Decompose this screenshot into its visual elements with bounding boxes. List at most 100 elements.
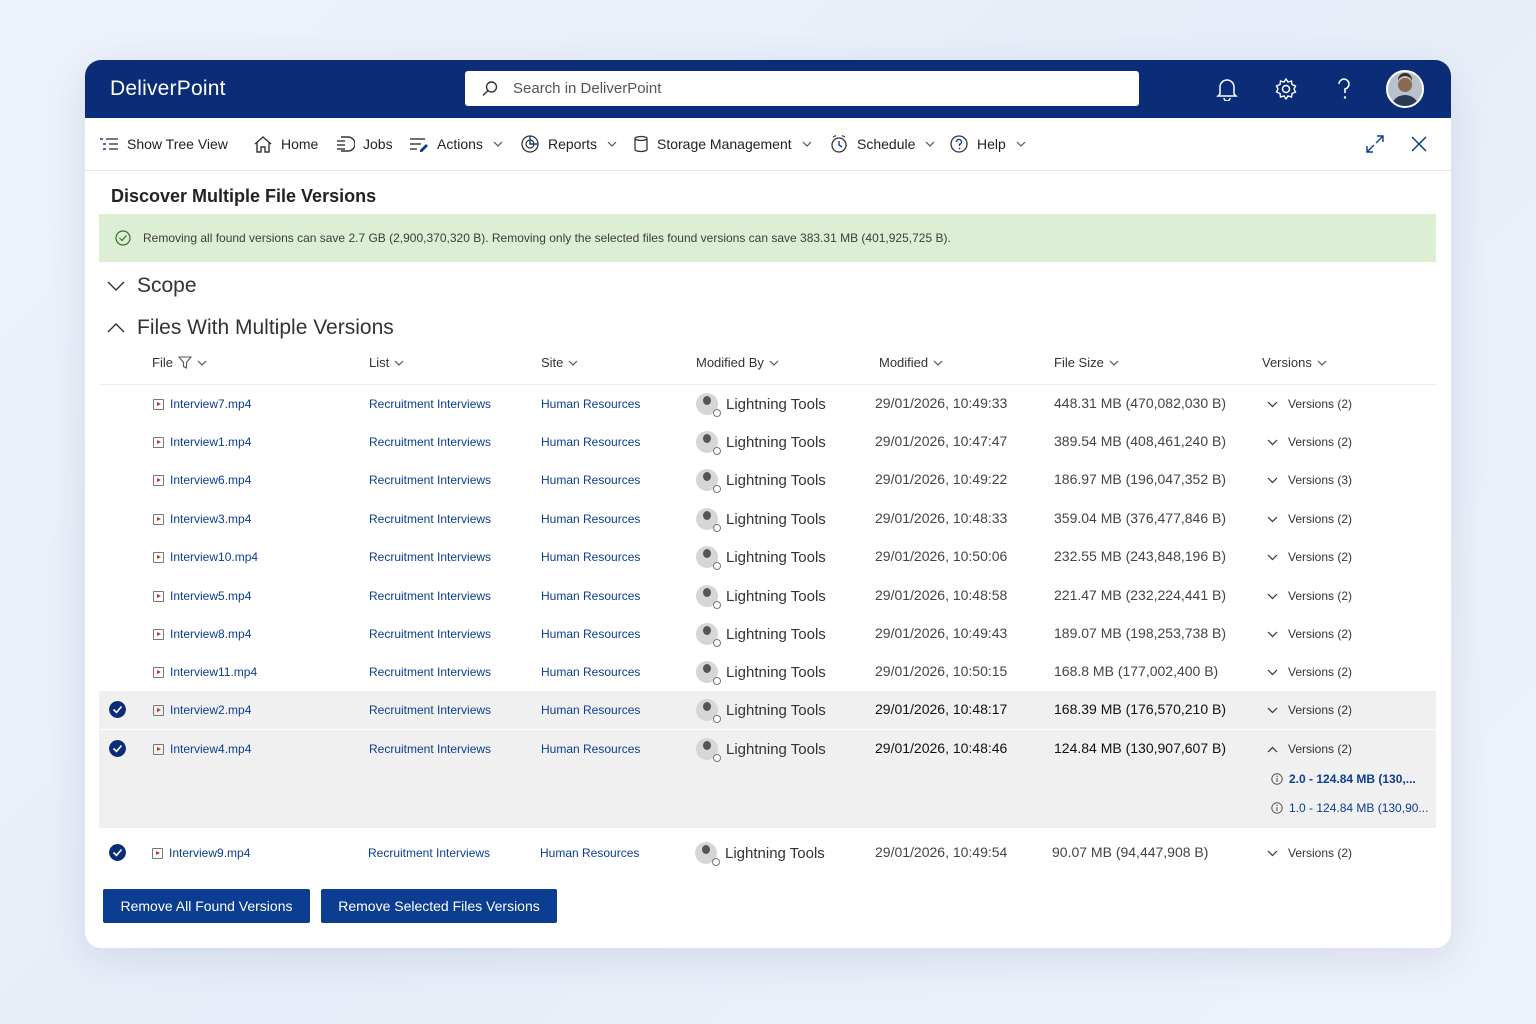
versions-toggle[interactable]: Versions (2)	[1267, 846, 1352, 860]
search-input[interactable]: Search in DeliverPoint	[513, 80, 661, 97]
list-link[interactable]: Recruitment Interviews	[369, 742, 491, 756]
table-row[interactable]: Interview8.mp4 Recruitment Interviews Hu…	[99, 615, 1436, 653]
reports-icon	[521, 135, 539, 153]
table-row[interactable]: Interview5.mp4 Recruitment Interviews Hu…	[99, 577, 1436, 615]
site-link[interactable]: Human Resources	[541, 435, 640, 449]
show-tree-view-button[interactable]: Show Tree View	[99, 118, 228, 170]
file-link[interactable]: Interview11.mp4	[170, 665, 257, 679]
file-link[interactable]: Interview7.mp4	[170, 397, 251, 411]
column-header-modified-by[interactable]: Modified By	[696, 355, 779, 370]
file-link[interactable]: Interview9.mp4	[169, 846, 250, 860]
file-link[interactable]: Interview2.mp4	[170, 703, 251, 717]
user-avatar[interactable]	[1386, 70, 1424, 108]
column-header-file[interactable]: File	[152, 355, 207, 370]
files-section-toggle[interactable]: Files With Multiple Versions	[107, 316, 394, 340]
version-item[interactable]: 1.0 - 124.84 MB (130,90...	[1271, 801, 1428, 815]
home-button[interactable]: Home	[253, 118, 318, 170]
table-row[interactable]: Interview2.mp4 Recruitment Interviews Hu…	[99, 691, 1436, 729]
list-link[interactable]: Recruitment Interviews	[369, 627, 491, 641]
file-link[interactable]: Interview1.mp4	[170, 435, 251, 449]
versions-toggle[interactable]: Versions (2)	[1267, 397, 1352, 411]
table-row[interactable]: Interview10.mp4 Recruitment Interviews H…	[99, 538, 1436, 576]
reports-menu[interactable]: Reports	[520, 118, 617, 170]
site-link[interactable]: Human Resources	[541, 627, 640, 641]
modified-date: 29/01/2026, 10:50:06	[875, 548, 1008, 564]
versions-toggle[interactable]: Versions (2)	[1267, 435, 1352, 449]
expand-icon[interactable]	[1366, 135, 1384, 153]
selected-check-icon[interactable]	[109, 701, 126, 718]
table-row[interactable]: Interview11.mp4 Recruitment Interviews H…	[99, 653, 1436, 691]
versions-toggle[interactable]: Versions (2)	[1267, 627, 1352, 641]
search-box[interactable]: Search in DeliverPoint	[465, 71, 1139, 106]
remove-selected-versions-button[interactable]: Remove Selected Files Versions	[321, 889, 557, 923]
site-link[interactable]: Human Resources	[541, 550, 640, 564]
video-file-icon	[153, 513, 164, 525]
file-size: 232.55 MB (243,848,196 B)	[1054, 548, 1227, 564]
modified-by-cell: Lightning Tools	[696, 546, 826, 570]
table-row[interactable]: Interview6.mp4 Recruitment Interviews Hu…	[99, 461, 1436, 499]
schedule-menu[interactable]: Schedule	[829, 118, 935, 170]
list-link[interactable]: Recruitment Interviews	[369, 435, 491, 449]
list-link[interactable]: Recruitment Interviews	[368, 846, 490, 860]
file-link[interactable]: Interview3.mp4	[170, 512, 251, 526]
file-link[interactable]: Interview5.mp4	[170, 589, 251, 603]
chevron-up-icon	[107, 323, 125, 333]
column-header-modified[interactable]: Modified	[879, 355, 943, 370]
help-question-icon[interactable]	[1335, 77, 1353, 101]
gear-icon[interactable]	[1274, 77, 1298, 101]
file-size: 221.47 MB (232,224,441 B)	[1054, 587, 1227, 603]
site-link[interactable]: Human Resources	[541, 665, 640, 679]
selected-check-icon[interactable]	[109, 844, 126, 861]
file-link[interactable]: Interview4.mp4	[170, 742, 251, 756]
storage-management-menu[interactable]: Storage Management	[633, 118, 812, 170]
bell-icon[interactable]	[1216, 77, 1238, 101]
actions-menu[interactable]: Actions	[409, 118, 503, 170]
site-link[interactable]: Human Resources	[540, 846, 639, 860]
versions-toggle[interactable]: Versions (2)	[1267, 512, 1352, 526]
site-link[interactable]: Human Resources	[541, 589, 640, 603]
list-link[interactable]: Recruitment Interviews	[369, 473, 491, 487]
jobs-button[interactable]: Jobs	[335, 118, 393, 170]
list-link[interactable]: Recruitment Interviews	[369, 397, 491, 411]
versions-toggle[interactable]: Versions (2)	[1267, 665, 1352, 679]
site-link[interactable]: Human Resources	[541, 742, 640, 756]
actions-icon	[410, 138, 428, 152]
filter-icon	[177, 356, 192, 369]
site-link[interactable]: Human Resources	[541, 512, 640, 526]
column-header-site[interactable]: Site	[541, 355, 578, 370]
selected-check-icon[interactable]	[109, 740, 126, 757]
site-link[interactable]: Human Resources	[541, 473, 640, 487]
close-icon[interactable]	[1411, 136, 1427, 152]
file-link[interactable]: Interview10.mp4	[170, 550, 258, 564]
table-row[interactable]: Interview9.mp4 Recruitment Interviews Hu…	[99, 834, 1436, 872]
list-link[interactable]: Recruitment Interviews	[369, 665, 491, 679]
toolbar-label: Actions	[437, 136, 483, 152]
versions-toggle[interactable]: Versions (2)	[1267, 589, 1352, 603]
versions-toggle[interactable]: Versions (2)	[1267, 742, 1352, 756]
versions-toggle[interactable]: Versions (3)	[1267, 473, 1352, 487]
column-header-file-size[interactable]: File Size	[1054, 355, 1119, 370]
file-link[interactable]: Interview6.mp4	[170, 473, 251, 487]
site-link[interactable]: Human Resources	[541, 397, 640, 411]
file-link[interactable]: Interview8.mp4	[170, 627, 251, 641]
versions-toggle[interactable]: Versions (2)	[1267, 703, 1352, 717]
site-link[interactable]: Human Resources	[541, 703, 640, 717]
chevron-down-icon	[607, 141, 617, 147]
table-row[interactable]: Interview3.mp4 Recruitment Interviews Hu…	[99, 500, 1436, 538]
versions-toggle[interactable]: Versions (2)	[1267, 550, 1352, 564]
version-item[interactable]: 2.0 - 124.84 MB (130,...	[1271, 772, 1416, 786]
video-file-icon	[153, 474, 164, 486]
chevron-down-icon	[933, 360, 943, 366]
remove-all-versions-button[interactable]: Remove All Found Versions	[103, 889, 310, 923]
list-link[interactable]: Recruitment Interviews	[369, 512, 491, 526]
list-link[interactable]: Recruitment Interviews	[369, 589, 491, 603]
help-menu[interactable]: Help	[949, 118, 1026, 170]
table-row[interactable]: Interview4.mp4 Recruitment Interviews Hu…	[99, 730, 1436, 828]
table-row[interactable]: Interview1.mp4 Recruitment Interviews Hu…	[99, 423, 1436, 461]
list-link[interactable]: Recruitment Interviews	[369, 703, 491, 717]
column-header-versions[interactable]: Versions	[1262, 355, 1327, 370]
column-header-list[interactable]: List	[369, 355, 404, 370]
scope-section-toggle[interactable]: Scope	[107, 274, 197, 298]
table-row[interactable]: Interview7.mp4 Recruitment Interviews Hu…	[99, 385, 1436, 423]
list-link[interactable]: Recruitment Interviews	[369, 550, 491, 564]
